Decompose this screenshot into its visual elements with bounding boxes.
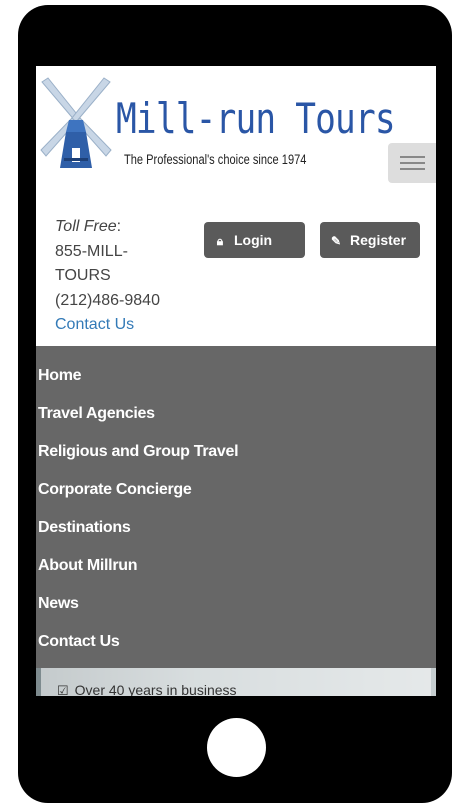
- toll-free-number-line1[interactable]: 855-MILL-: [55, 240, 160, 265]
- nav-item-religious-group-travel[interactable]: Religious and Group Travel: [38, 441, 239, 463]
- toll-free-number-line2[interactable]: TOURS: [55, 264, 160, 289]
- register-label: Register: [350, 232, 407, 248]
- nav-item-destinations[interactable]: Destinations: [38, 517, 131, 539]
- alt-phone-number[interactable]: (212)486-9840: [55, 289, 160, 314]
- login-label: Login: [234, 232, 273, 248]
- site-logo[interactable]: Mill-run Tours The Professional's choice…: [36, 74, 396, 170]
- nav-item-travel-agencies[interactable]: Travel Agencies: [38, 403, 155, 425]
- nav-item-news[interactable]: News: [38, 593, 79, 615]
- checkbox-icon: ☑: [57, 683, 69, 696]
- phone-screen: Mill-run Tours The Professional's choice…: [36, 66, 436, 696]
- login-button[interactable]: 🔒︎ Login: [204, 222, 305, 258]
- contact-us-link[interactable]: Contact Us: [55, 313, 160, 338]
- phone-home-button[interactable]: [207, 718, 266, 777]
- lock-icon: 🔒︎: [216, 234, 224, 248]
- hamburger-menu-icon: [400, 156, 425, 158]
- hero-feature-text: Over 40 years in business: [74, 682, 237, 696]
- edit-icon: ✎: [330, 234, 342, 248]
- hero-banner: ☑ Over 40 years in business: [36, 668, 436, 696]
- nav-item-about-millrun[interactable]: About Millrun: [38, 555, 137, 577]
- nav-item-contact-us[interactable]: Contact Us: [38, 631, 120, 653]
- menu-toggle-button[interactable]: [388, 143, 436, 183]
- toll-free-label: Toll Free: [55, 218, 117, 235]
- brand-tagline: The Professional's choice since 1974: [124, 152, 307, 167]
- nav-item-corporate-concierge[interactable]: Corporate Concierge: [38, 479, 192, 501]
- contact-info: Toll Free: 855-MILL- TOURS (212)486-9840…: [55, 215, 160, 338]
- register-button[interactable]: ✎ Register: [320, 222, 420, 258]
- brand-name: Mill-run Tours: [116, 94, 396, 143]
- windmill-icon: [40, 77, 112, 168]
- hero-feature-panel: ☑ Over 40 years in business: [41, 668, 431, 696]
- nav-item-home[interactable]: Home: [38, 365, 82, 387]
- hero-feature-item: ☑ Over 40 years in business: [57, 682, 237, 696]
- main-navigation: Home Travel Agencies Religious and Group…: [36, 346, 436, 668]
